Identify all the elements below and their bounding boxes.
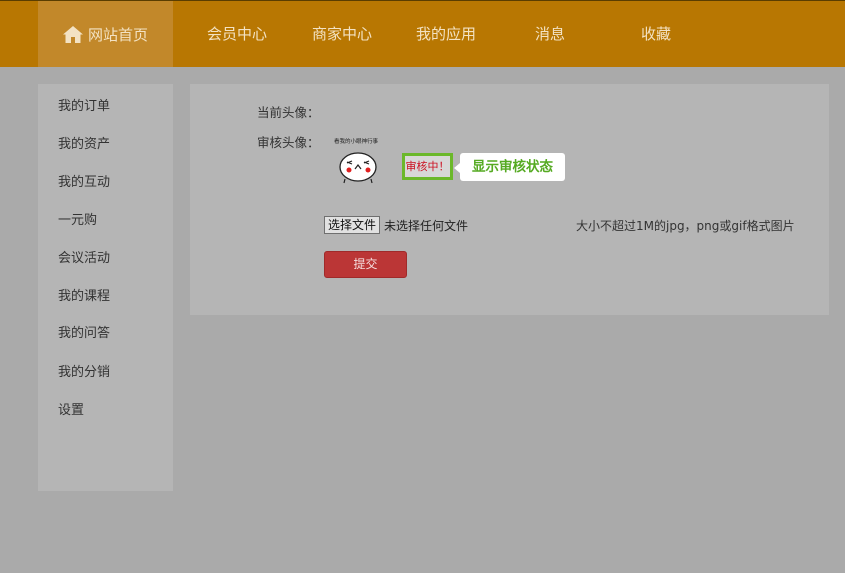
home-icon <box>62 25 83 43</box>
nav-item-merchant-center[interactable]: 商家中心 <box>305 1 379 67</box>
sidebar-item-one-yuan-buy[interactable]: 一元购 <box>58 209 97 228</box>
review-avatar-image: 看我的小眼神行事 <box>330 135 386 185</box>
choose-file-button[interactable]: 选择文件 <box>324 216 380 234</box>
top-nav-bar: 网站首页 会员中心 商家中心 我的应用 消息 收藏 <box>0 0 845 67</box>
nav-item-messages[interactable]: 消息 <box>520 1 580 67</box>
nav-item-member-center[interactable]: 会员中心 <box>200 1 274 67</box>
sidebar: 我的订单 我的资产 我的互动 一元购 会议活动 我的课程 我的问答 我的分销 设… <box>38 84 173 491</box>
status-callout: 显示审核状态 <box>454 153 565 181</box>
sidebar-item-qa[interactable]: 我的问答 <box>58 322 110 341</box>
sidebar-item-events[interactable]: 会议活动 <box>58 247 110 266</box>
sidebar-item-settings[interactable]: 设置 <box>58 399 84 418</box>
nav-home-label: 网站首页 <box>87 25 148 44</box>
avatar-caption: 看我的小眼神行事 <box>334 137 379 145</box>
sidebar-item-courses[interactable]: 我的课程 <box>58 285 110 304</box>
sidebar-item-orders[interactable]: 我的订单 <box>58 95 110 114</box>
nav-item-my-apps[interactable]: 我的应用 <box>409 1 483 67</box>
sidebar-item-interactions[interactable]: 我的互动 <box>58 171 110 190</box>
sidebar-item-assets[interactable]: 我的资产 <box>58 133 110 152</box>
review-avatar-label: 审核头像： <box>257 135 320 150</box>
nav-item-favorites[interactable]: 收藏 <box>626 1 686 67</box>
submit-button[interactable]: 提交 <box>324 251 407 278</box>
file-status-text: 未选择任何文件 <box>384 219 469 233</box>
current-avatar-label: 当前头像： <box>257 105 320 120</box>
nav-home-link[interactable]: 网站首页 <box>38 1 173 67</box>
review-status-badge: 审核中！ <box>402 153 453 180</box>
sidebar-item-distribution[interactable]: 我的分销 <box>58 361 110 380</box>
file-format-hint: 大小不超过1M的jpg，png或gif格式图片 <box>576 219 795 233</box>
